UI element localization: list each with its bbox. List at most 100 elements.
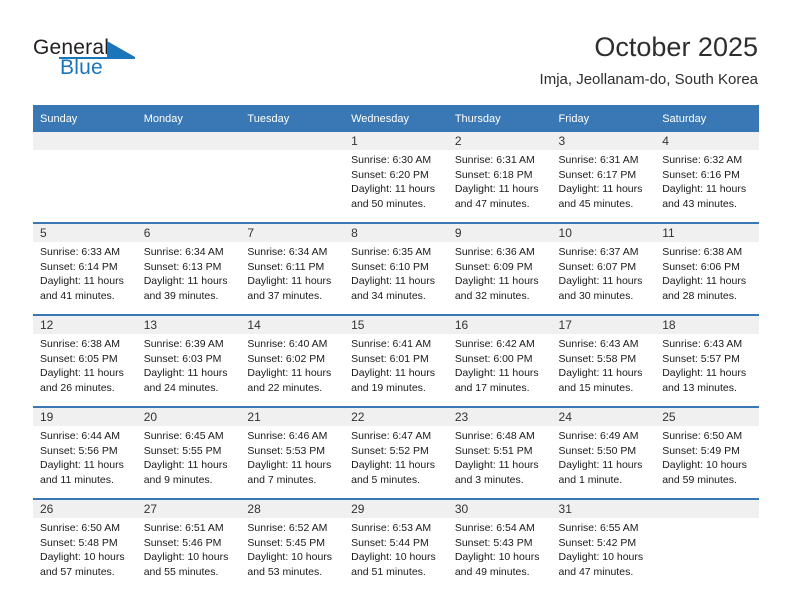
daylight-text-line2: and 51 minutes. <box>351 565 426 578</box>
calendar-day-cell-empty <box>33 132 137 223</box>
calendar-day-cell[interactable]: 22 Sunrise: 6:47 AM Sunset: 5:52 PM Dayligh… <box>344 406 448 499</box>
day-details: Sunrise: 6:43 AM Sunset: 5:58 PM Daylight:… <box>552 334 656 395</box>
day-number <box>655 500 759 518</box>
daylight-text-line2: and 3 minutes. <box>454 473 524 486</box>
calendar-day-cell[interactable]: 4 Sunrise: 6:32 AM Sunset: 6:16 PM Daylight… <box>655 132 759 223</box>
sunset-text: Sunset: 6:20 PM <box>351 168 429 181</box>
daylight-text-line1: Daylight: 11 hours <box>558 275 643 287</box>
day-details: Sunrise: 6:38 AM Sunset: 6:06 PM Daylight:… <box>655 242 759 303</box>
sunrise-text: Sunrise: 6:54 AM <box>454 522 535 534</box>
calendar-day-cell[interactable]: 29 Sunrise: 6:53 AM Sunset: 5:44 PM Dayligh… <box>344 498 448 590</box>
calendar-day-cell[interactable]: 27 Sunrise: 6:51 AM Sunset: 5:46 PM Dayligh… <box>136 498 241 590</box>
day-details: Sunrise: 6:36 AM Sunset: 6:09 PM Daylight:… <box>448 242 552 303</box>
calendar-day-cell[interactable]: 12 Sunrise: 6:38 AM Sunset: 6:05 PM Dayligh… <box>33 314 137 407</box>
sunset-text: Sunset: 6:06 PM <box>662 260 740 273</box>
daylight-text-line1: Daylight: 11 hours <box>662 367 747 379</box>
day-details: Sunrise: 6:46 AM Sunset: 5:53 PM Daylight:… <box>240 426 344 487</box>
day-number: 4 <box>655 132 759 150</box>
calendar-day-cell[interactable]: 11 Sunrise: 6:38 AM Sunset: 6:06 PM Dayligh… <box>655 222 759 315</box>
page-title: October 2025 <box>594 32 758 62</box>
sunrise-text: Sunrise: 6:31 AM <box>558 154 639 166</box>
day-number: 29 <box>344 500 448 518</box>
sunrise-text: Sunrise: 6:42 AM <box>454 338 535 350</box>
daylight-text-line2: and 5 minutes. <box>351 473 420 486</box>
day-number: 30 <box>447 500 552 518</box>
day-number: 31 <box>551 500 656 518</box>
calendar-day-cell[interactable]: 25 Sunrise: 6:50 AM Sunset: 5:49 PM Dayligh… <box>655 406 759 499</box>
daylight-text-line2: and 22 minutes. <box>247 381 323 394</box>
calendar-day-cell[interactable]: 19 Sunrise: 6:44 AM Sunset: 5:56 PM Dayligh… <box>33 406 137 499</box>
calendar-day-cell[interactable]: 30 Sunrise: 6:54 AM Sunset: 5:43 PM Dayligh… <box>447 498 552 590</box>
calendar-day-cell[interactable]: 21 Sunrise: 6:46 AM Sunset: 5:53 PM Dayligh… <box>240 406 345 499</box>
sunset-text: Sunset: 6:13 PM <box>143 260 222 273</box>
sunrise-text: Sunrise: 6:31 AM <box>454 154 535 166</box>
weekday-header-tuesday: Tuesday <box>240 105 345 132</box>
calendar-day-cell[interactable]: 17 Sunrise: 6:43 AM Sunset: 5:58 PM Dayligh… <box>551 314 656 407</box>
day-number: 28 <box>240 500 345 518</box>
calendar-day-cell[interactable]: 31 Sunrise: 6:55 AM Sunset: 5:42 PM Dayligh… <box>551 498 656 590</box>
day-number: 18 <box>655 316 759 334</box>
daylight-text-line1: Daylight: 10 hours <box>558 551 644 563</box>
sunset-text: Sunset: 5:51 PM <box>454 444 533 457</box>
sunset-text: Sunset: 6:11 PM <box>247 260 325 273</box>
daylight-text-line2: and 37 minutes. <box>247 289 323 302</box>
day-number: 24 <box>551 408 656 426</box>
calendar-day-cell[interactable]: 10 Sunrise: 6:37 AM Sunset: 6:07 PM Dayligh… <box>551 222 656 315</box>
day-number: 9 <box>447 224 552 242</box>
calendar-day-cell[interactable]: 20 Sunrise: 6:45 AM Sunset: 5:55 PM Dayligh… <box>136 406 241 499</box>
calendar-day-cell[interactable]: 1 Sunrise: 6:30 AM Sunset: 6:20 PM Daylight… <box>344 132 448 223</box>
day-number: 20 <box>136 408 241 426</box>
calendar-day-cell[interactable]: 24 Sunrise: 6:49 AM Sunset: 5:50 PM Dayligh… <box>551 406 656 499</box>
sunset-text: Sunset: 5:58 PM <box>558 352 637 365</box>
sunrise-text: Sunrise: 6:50 AM <box>40 522 120 534</box>
calendar-day-cell[interactable]: 18 Sunrise: 6:43 AM Sunset: 5:57 PM Dayligh… <box>655 314 759 407</box>
day-details <box>33 150 137 153</box>
daylight-text-line2: and 45 minutes. <box>558 197 634 210</box>
calendar-day-cell[interactable]: 2 Sunrise: 6:31 AM Sunset: 6:18 PM Daylight… <box>447 132 552 223</box>
daylight-text-line1: Daylight: 11 hours <box>662 183 747 195</box>
day-details: Sunrise: 6:40 AM Sunset: 6:02 PM Daylight:… <box>240 334 344 395</box>
calendar-day-cell[interactable]: 5 Sunrise: 6:33 AM Sunset: 6:14 PM Daylight… <box>33 222 137 315</box>
calendar-day-cell[interactable]: 13 Sunrise: 6:39 AM Sunset: 6:03 PM Dayligh… <box>136 314 241 407</box>
weekday-header-friday: Friday <box>551 105 656 132</box>
calendar-day-cell[interactable]: 23 Sunrise: 6:48 AM Sunset: 5:51 PM Dayligh… <box>447 406 552 499</box>
daylight-text-line2: and 50 minutes. <box>351 197 426 210</box>
day-details: Sunrise: 6:35 AM Sunset: 6:10 PM Daylight:… <box>344 242 448 303</box>
day-number <box>136 132 241 150</box>
day-details: Sunrise: 6:54 AM Sunset: 5:43 PM Daylight:… <box>448 518 552 579</box>
daylight-text-line1: Daylight: 11 hours <box>454 275 539 287</box>
daylight-text-line1: Daylight: 11 hours <box>247 275 332 287</box>
calendar-day-cell[interactable]: 16 Sunrise: 6:42 AM Sunset: 6:00 PM Dayligh… <box>447 314 552 407</box>
sunset-text: Sunset: 6:14 PM <box>40 260 118 273</box>
sunrise-text: Sunrise: 6:43 AM <box>558 338 639 350</box>
calendar-day-cell[interactable]: 8 Sunrise: 6:35 AM Sunset: 6:10 PM Daylight… <box>344 222 448 315</box>
calendar-day-cell[interactable]: 9 Sunrise: 6:36 AM Sunset: 6:09 PM Daylight… <box>447 222 552 315</box>
calendar-day-cell[interactable]: 6 Sunrise: 6:34 AM Sunset: 6:13 PM Daylight… <box>136 222 241 315</box>
sunrise-text: Sunrise: 6:44 AM <box>40 430 120 442</box>
sunset-text: Sunset: 6:01 PM <box>351 352 429 365</box>
day-number: 6 <box>136 224 241 242</box>
daylight-text-line1: Daylight: 11 hours <box>454 183 539 195</box>
calendar-day-cell[interactable]: 3 Sunrise: 6:31 AM Sunset: 6:17 PM Daylight… <box>551 132 656 223</box>
calendar-day-cell[interactable]: 14 Sunrise: 6:40 AM Sunset: 6:02 PM Dayligh… <box>240 314 345 407</box>
day-details: Sunrise: 6:55 AM Sunset: 5:42 PM Daylight:… <box>552 518 656 579</box>
day-details: Sunrise: 6:34 AM Sunset: 6:13 PM Daylight:… <box>137 242 241 303</box>
daylight-text-line1: Daylight: 11 hours <box>40 459 124 471</box>
sunrise-text: Sunrise: 6:52 AM <box>247 522 328 534</box>
sunrise-text: Sunrise: 6:36 AM <box>454 246 535 258</box>
calendar-table: Sunday Monday Tuesday Wednesday Thursday Frid… <box>33 105 759 590</box>
sunrise-text: Sunrise: 6:40 AM <box>247 338 328 350</box>
daylight-text-line2: and 28 minutes. <box>662 289 737 302</box>
calendar-day-cell[interactable]: 7 Sunrise: 6:34 AM Sunset: 6:11 PM Daylight… <box>240 222 345 315</box>
generalblue-logo[interactable]: General Blue <box>33 36 143 84</box>
calendar-day-cell[interactable]: 15 Sunrise: 6:41 AM Sunset: 6:01 PM Dayligh… <box>344 314 448 407</box>
sunrise-text: Sunrise: 6:37 AM <box>558 246 639 258</box>
sunrise-text: Sunrise: 6:49 AM <box>558 430 639 442</box>
daylight-text-line1: Daylight: 11 hours <box>351 183 435 195</box>
day-details: Sunrise: 6:52 AM Sunset: 5:45 PM Daylight:… <box>240 518 344 579</box>
daylight-text-line1: Daylight: 11 hours <box>351 275 435 287</box>
sunrise-text: Sunrise: 6:35 AM <box>351 246 432 258</box>
daylight-text-line1: Daylight: 11 hours <box>454 367 539 379</box>
calendar-day-cell[interactable]: 26 Sunrise: 6:50 AM Sunset: 5:48 PM Dayligh… <box>33 498 137 590</box>
calendar-day-cell[interactable]: 28 Sunrise: 6:52 AM Sunset: 5:45 PM Dayligh… <box>240 498 345 590</box>
